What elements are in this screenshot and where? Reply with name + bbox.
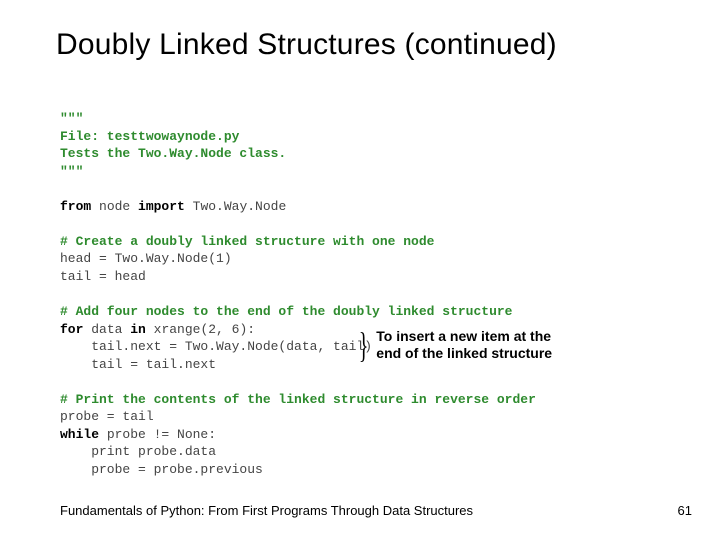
footer-text: Fundamentals of Python: From First Progr… <box>60 503 473 518</box>
code-text: xrange(2, 6): <box>154 322 255 337</box>
code-kw: for <box>60 322 91 337</box>
code-line: """ <box>60 111 83 126</box>
code-comment: # Add four nodes to the end of the doubl… <box>60 304 512 319</box>
code-kw: import <box>138 199 193 214</box>
annotation-line: To insert a new item at the <box>376 328 552 346</box>
code-line: Tests the Two.Way.Node class. <box>60 146 286 161</box>
code-line: tail = tail.next <box>60 357 216 372</box>
code-line: tail = head <box>60 269 146 284</box>
code-line: File: testtwowaynode.py <box>60 129 239 144</box>
annotation-text: To insert a new item at the end of the l… <box>376 328 552 363</box>
code-comment: # Create a doubly linked structure with … <box>60 234 434 249</box>
code-text: node <box>99 199 138 214</box>
code-line: print probe.data <box>60 444 216 459</box>
code-comment: # Print the contents of the linked struc… <box>60 392 536 407</box>
code-kw: while <box>60 427 107 442</box>
code-text: data <box>91 322 130 337</box>
code-kw: from <box>60 199 99 214</box>
code-kw: in <box>130 322 153 337</box>
code-text: Two.Way.Node <box>193 199 287 214</box>
code-line: """ <box>60 164 83 179</box>
code-line: head = Two.Way.Node(1) <box>60 251 232 266</box>
slide-title: Doubly Linked Structures (continued) <box>0 0 720 62</box>
page-number: 61 <box>678 503 692 518</box>
annotation-group: } To insert a new item at the end of the… <box>355 327 552 363</box>
code-text: probe != None: <box>107 427 216 442</box>
code-line: probe = probe.previous <box>60 462 263 477</box>
curly-brace-icon: } <box>359 327 369 363</box>
code-line: tail.next = Two.Way.Node(data, tail) <box>60 339 372 354</box>
annotation-line: end of the linked structure <box>376 345 552 363</box>
code-block: """ File: testtwowaynode.py Tests the Tw… <box>60 110 660 478</box>
code-line: probe = tail <box>60 409 154 424</box>
